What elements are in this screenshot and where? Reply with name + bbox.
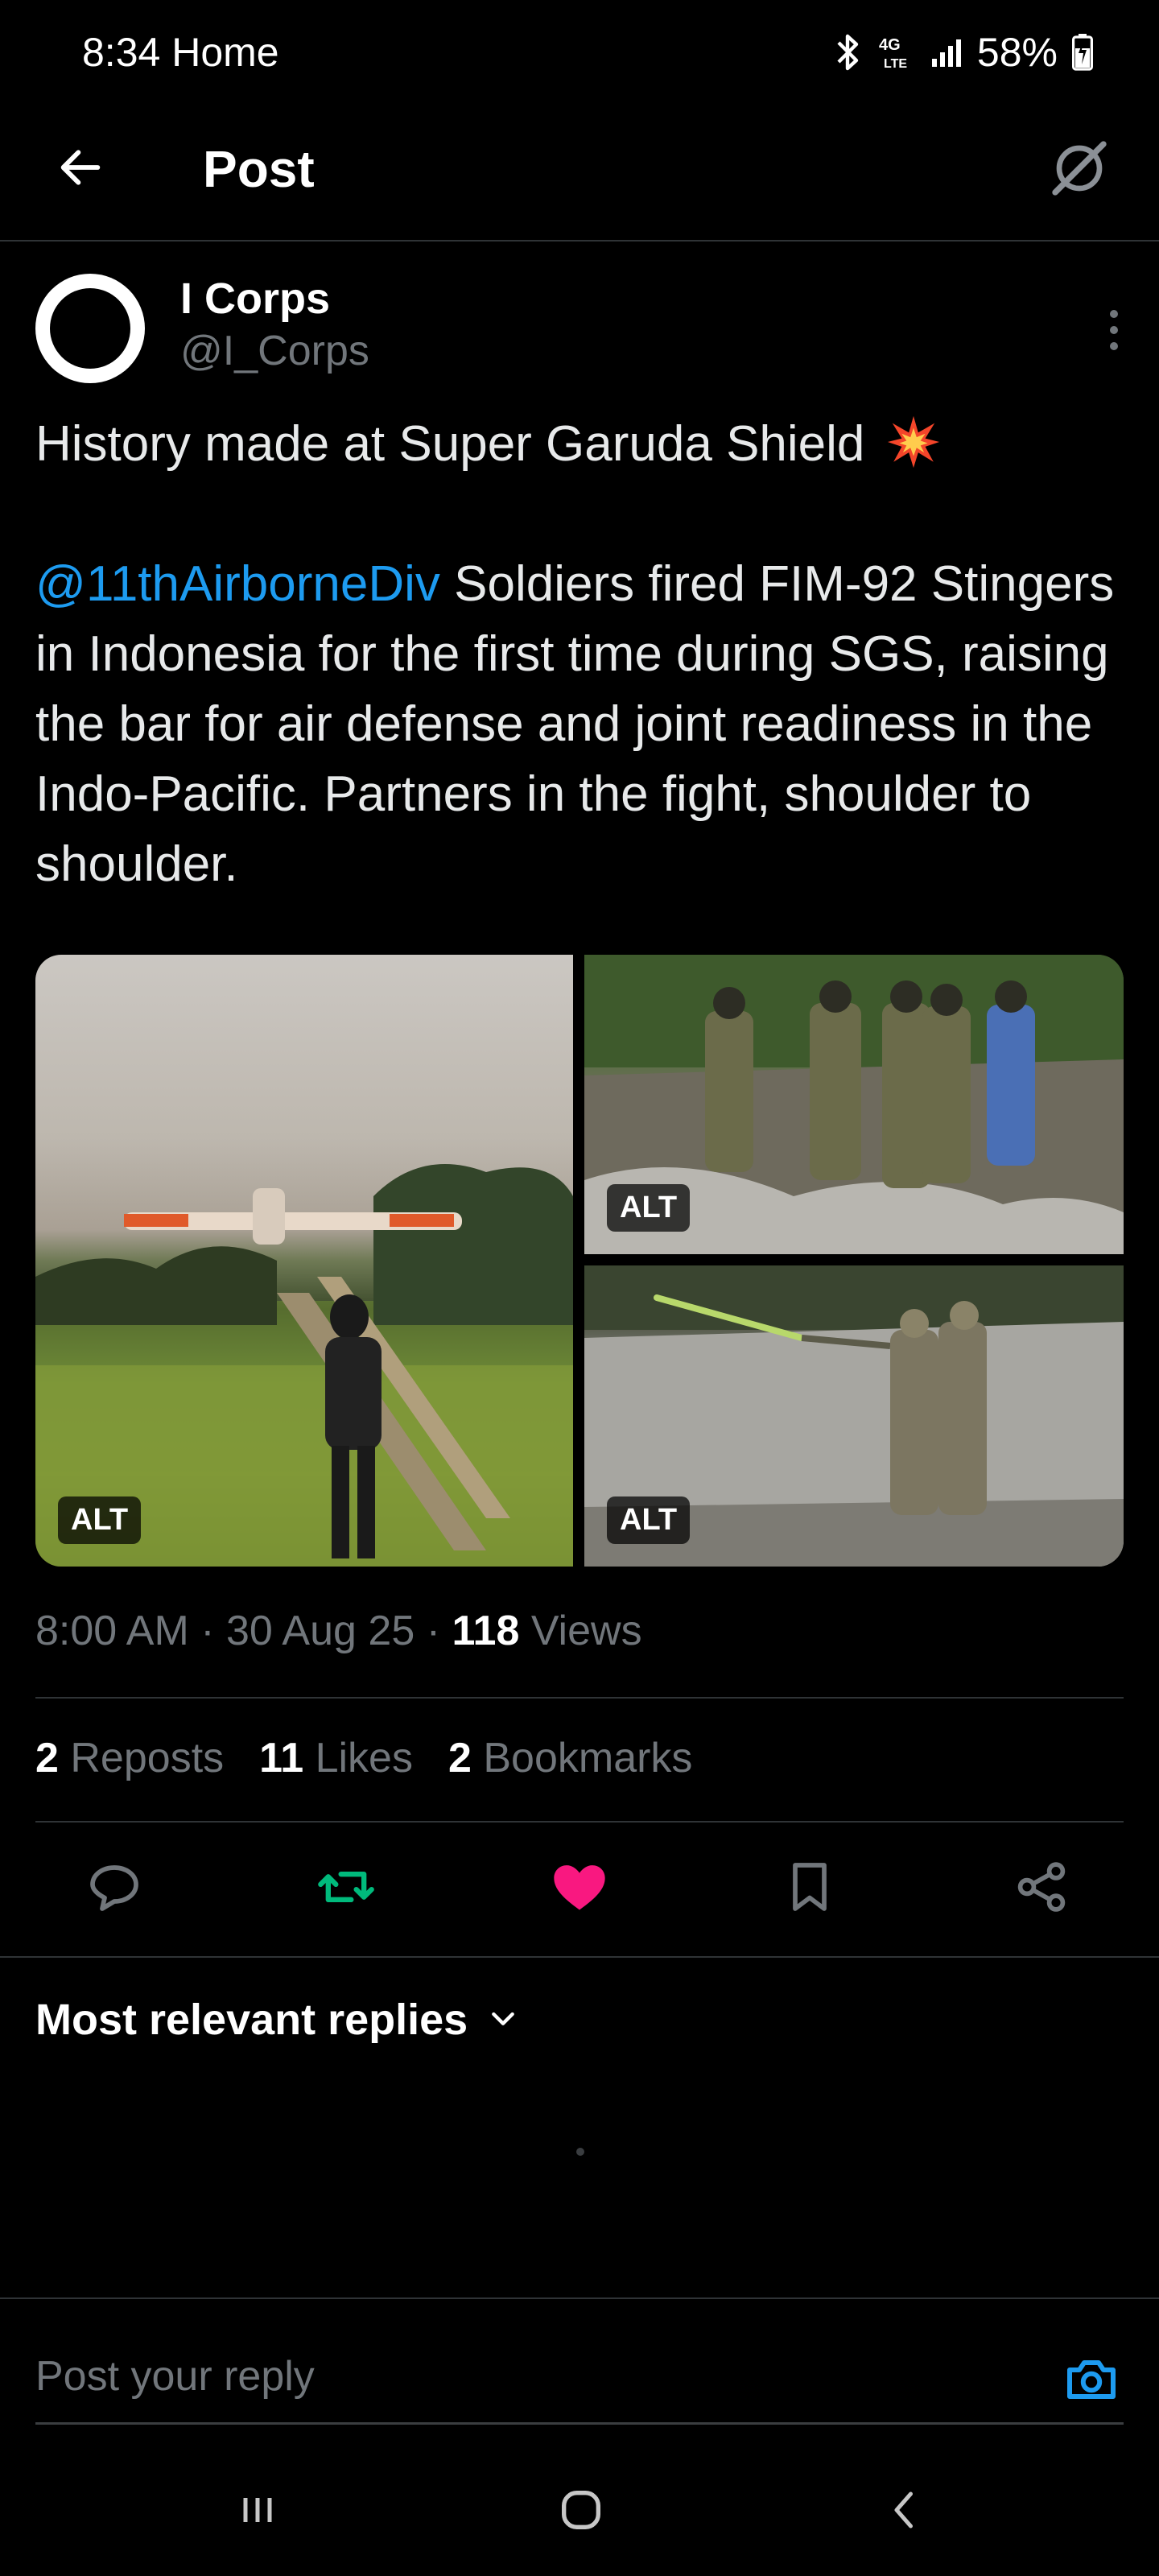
camera-icon [1062,2351,1120,2413]
chevron-down-icon [487,1995,519,2045]
reply-composer [35,2336,1124,2425]
likes-count: 11 [259,1735,304,1781]
system-nav-bar [0,2431,1159,2576]
reply-icon [85,1858,143,1920]
chevron-left-icon [881,2486,929,2538]
alt-badge[interactable]: ALT [58,1496,142,1544]
more-options-button[interactable] [1098,298,1130,362]
collision-emoji-icon [885,414,942,470]
separator: · [426,1608,452,1654]
divider [35,1821,1124,1823]
bookmarks-stat[interactable]: 2 Bookmarks [448,1734,692,1782]
more-dot [1110,310,1118,318]
alt-badge[interactable]: ALT [607,1184,691,1232]
battery-percentage: 58% [976,30,1058,75]
media-grid: ALT ALT ALT [35,955,1124,1567]
status-indicators: 4G LTE 58% [832,29,1093,76]
likes-stat[interactable]: 11 Likes [259,1734,413,1782]
views-label: Views [530,1608,642,1654]
like-button[interactable] [539,1848,620,1929]
home-icon [555,2484,607,2540]
bluetooth-icon [832,31,864,73]
post-author: I Corps @I_Corps [35,274,1130,386]
status-bar: 8:34 Home 4G LTE 58% [0,0,1159,105]
app-header: Post [0,105,1159,242]
back-button[interactable] [48,137,113,201]
media-image-drone-launch[interactable]: ALT [35,955,573,1567]
recent-apps-icon [233,2486,282,2538]
bookmarks-count: 2 [448,1735,472,1781]
separator: · [200,1608,227,1654]
battery-icon [1072,34,1093,71]
svg-text:4G: 4G [879,36,901,54]
post-stats: 2 Reposts 11 Likes 2 Bookmarks [35,1734,692,1782]
divider [0,1956,1159,1958]
camera-button[interactable] [1059,2349,1124,2413]
post-date[interactable]: 30 Aug 25 [226,1608,415,1654]
bookmark-icon [781,1858,839,1920]
reposts-count: 2 [35,1735,59,1781]
signal-icon [930,36,963,68]
network-lte-icon: 4G LTE [879,34,916,71]
system-back-button[interactable] [864,2471,945,2552]
svg-text:LTE: LTE [884,57,907,71]
media-image-stinger-fire[interactable]: ALT [584,1265,1124,1567]
post-text: History made at Super Garuda Shield @11t… [35,409,1130,899]
more-dot [1110,342,1118,350]
arrow-left-icon [55,142,106,197]
home-button[interactable] [541,2471,621,2552]
reply-input[interactable] [35,2352,1001,2401]
grok-icon [1047,136,1112,204]
post-actions [0,1834,1159,1946]
mention-link[interactable]: @11thAirborneDiv [35,556,440,612]
status-time: 8:34 Home [82,30,279,75]
author-handle[interactable]: @I_Corps [180,327,369,375]
divider [35,1697,1124,1699]
repost-icon [316,1856,377,1922]
replies-sort-label: Most relevant replies [35,1996,468,2044]
grok-button[interactable] [1045,135,1114,204]
post-time[interactable]: 8:00 AM [35,1608,189,1654]
loading-indicator [576,2148,584,2156]
heart-icon [549,1856,610,1922]
bookmark-button[interactable] [769,1848,850,1929]
alt-badge[interactable]: ALT [607,1496,691,1544]
share-button[interactable] [1001,1848,1082,1929]
replies-sort-dropdown[interactable]: Most relevant replies [35,1995,519,2045]
repost-button[interactable] [306,1848,386,1929]
more-dot [1110,326,1118,334]
views-count[interactable]: 118 [452,1608,519,1654]
share-icon [1013,1858,1070,1920]
post-headline: History made at Super Garuda Shield [35,416,865,472]
post-meta: 8:00 AM · 30 Aug 25 · 118 Views [35,1607,642,1655]
page-title: Post [203,140,315,198]
likes-label: Likes [315,1735,413,1781]
author-name[interactable]: I Corps [180,274,330,324]
divider [0,2297,1159,2299]
reposts-stat[interactable]: 2 Reposts [35,1734,224,1782]
reply-button[interactable] [74,1848,155,1929]
recent-apps-button[interactable] [217,2471,298,2552]
media-image-soldiers-group[interactable]: ALT [584,955,1124,1254]
bookmarks-label: Bookmarks [483,1735,693,1781]
reposts-label: Reposts [70,1735,225,1781]
avatar[interactable] [35,274,145,383]
